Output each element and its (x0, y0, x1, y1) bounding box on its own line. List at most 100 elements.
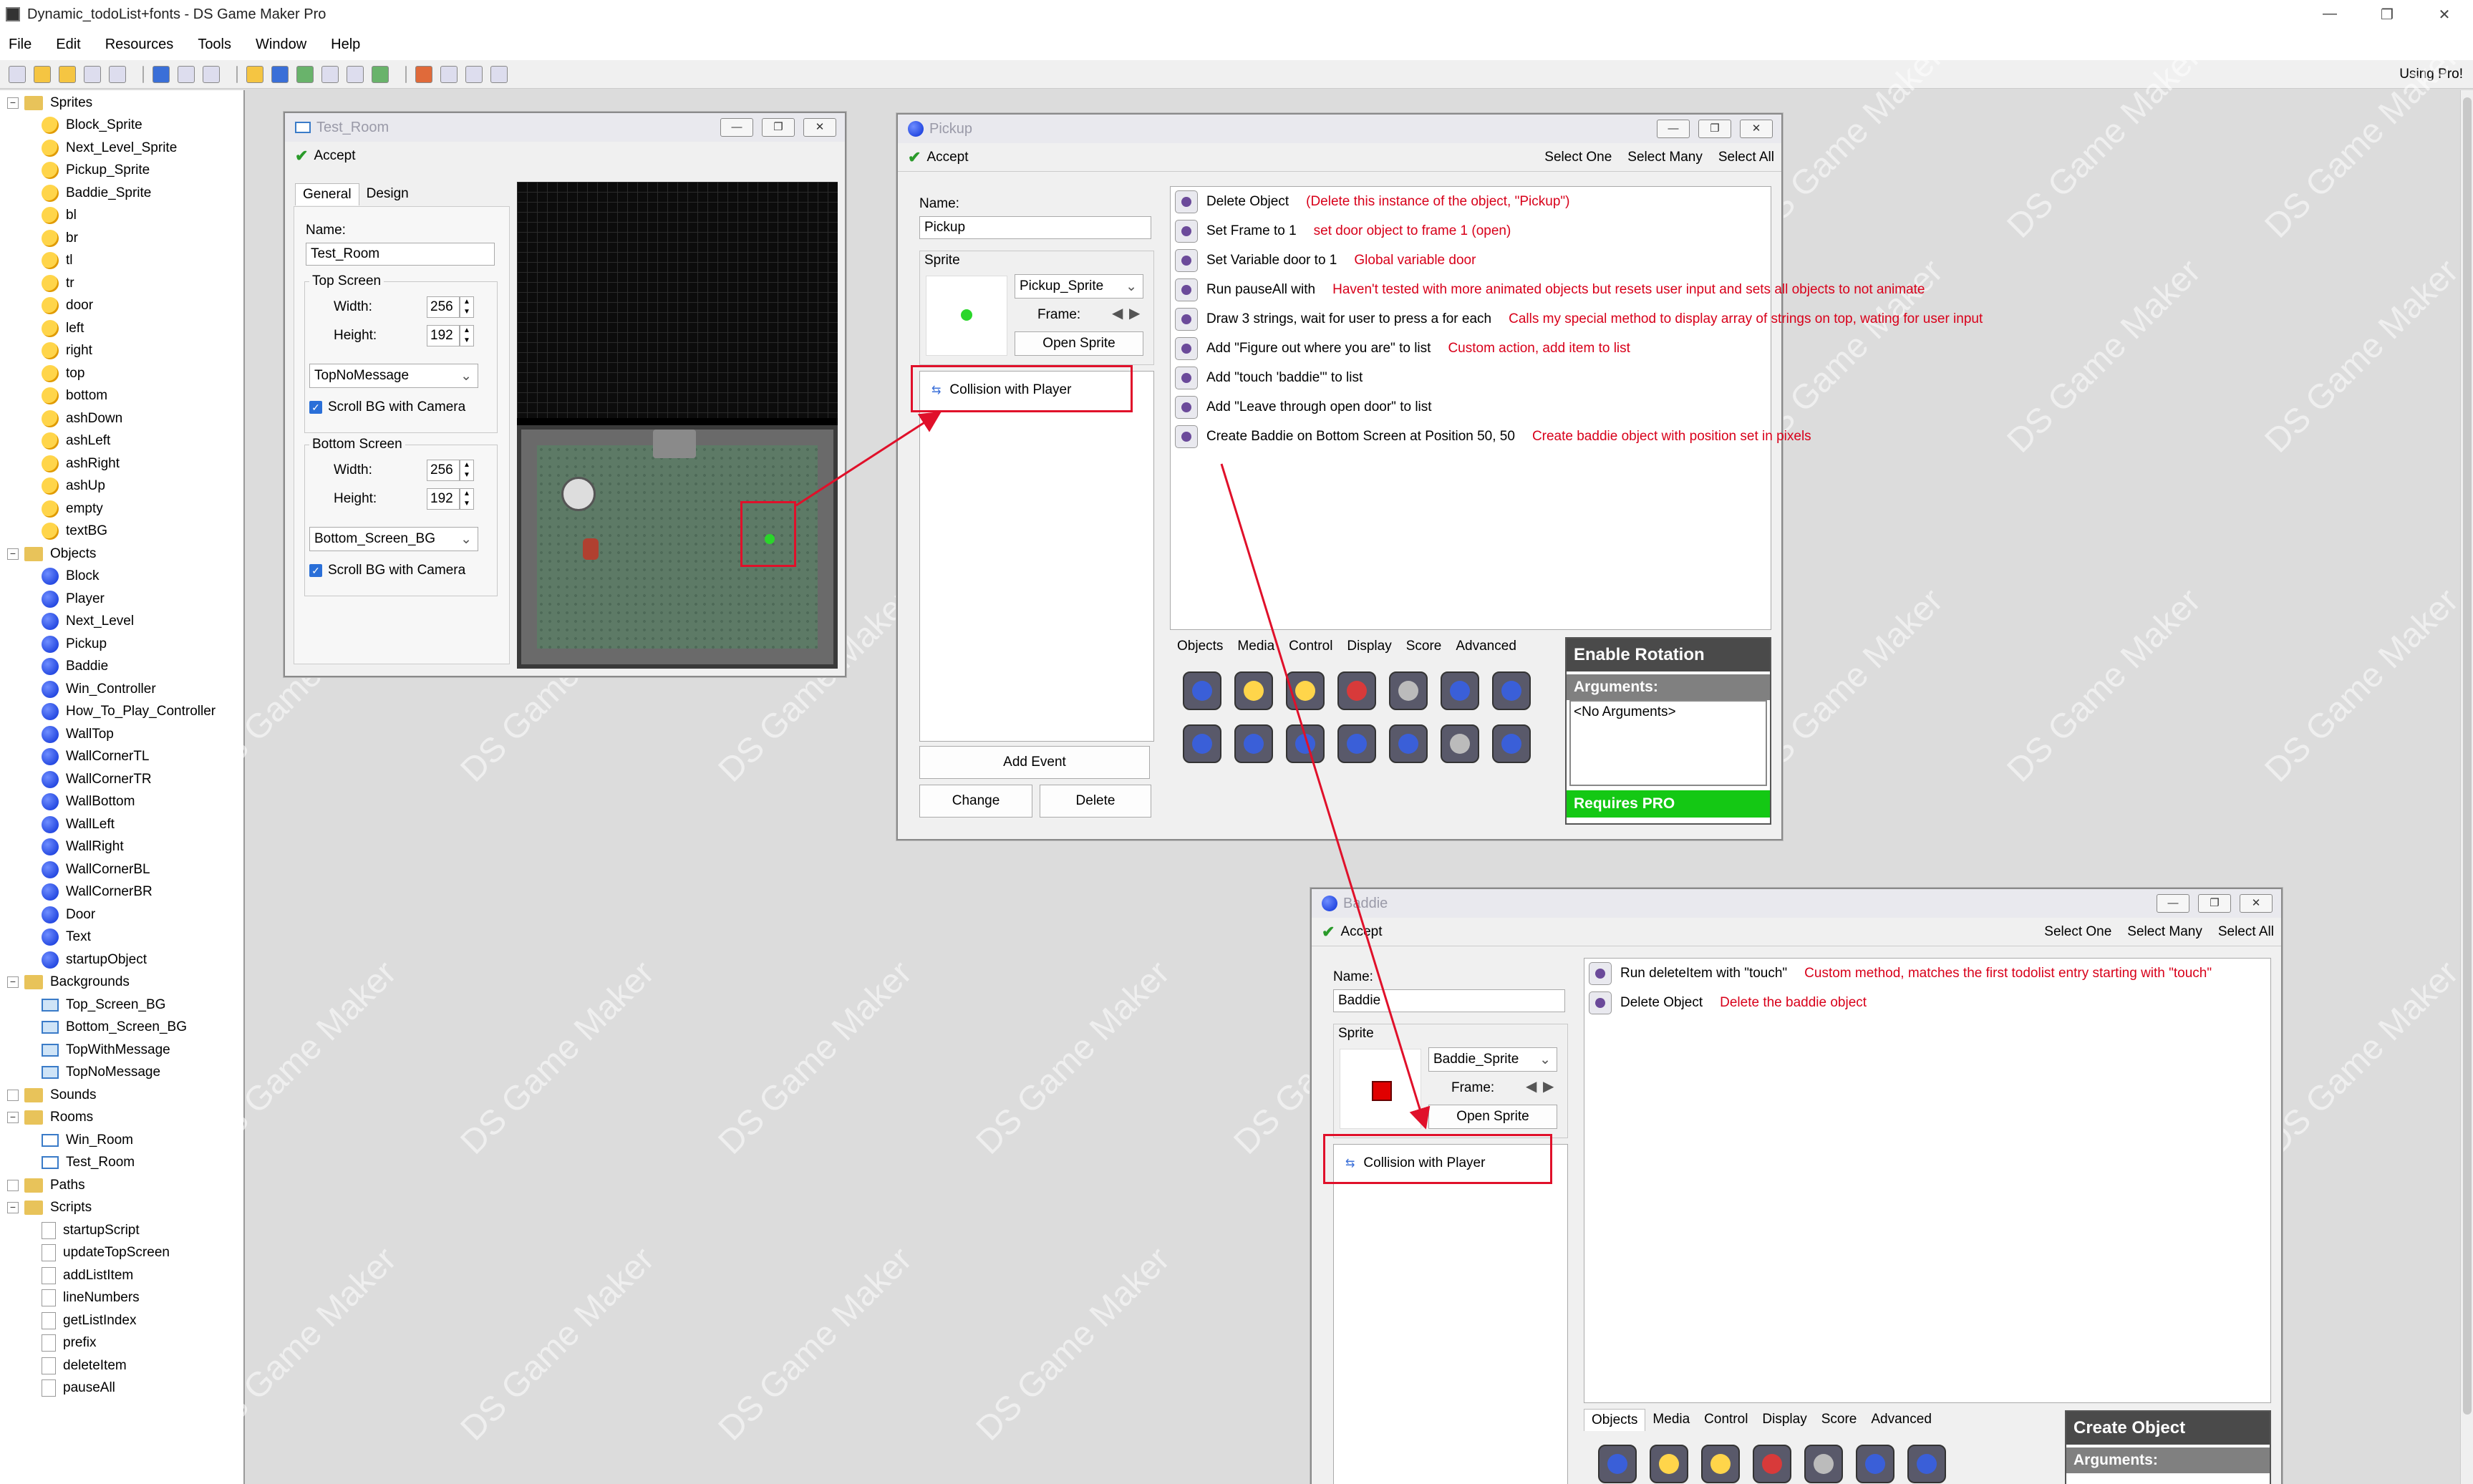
top-width-value[interactable]: 256 (427, 296, 460, 318)
tree-item[interactable]: startupScript (0, 1219, 243, 1242)
tab-objects[interactable]: Objects (1170, 636, 1230, 657)
pickup-window-titlebar[interactable]: Pickup — ❐ ✕ (898, 115, 1781, 143)
bottom-width-spinner[interactable]: 256 ▲ ▼ (427, 460, 474, 481)
minimize-button[interactable]: — (1657, 120, 1690, 138)
global-variables-icon[interactable] (440, 65, 458, 83)
room-canvas[interactable] (517, 182, 838, 669)
stop-action-icon[interactable] (1492, 724, 1531, 763)
spinner-arrows-icon[interactable]: ▲ ▼ (460, 296, 474, 318)
change-sprite-action-icon[interactable] (1234, 671, 1273, 710)
sprite-select[interactable]: Pickup_Sprite (1015, 274, 1143, 299)
tree-item[interactable]: WallBottom (0, 791, 243, 814)
tree-item[interactable]: WallCornerTR (0, 768, 243, 791)
add-room-icon[interactable] (347, 65, 364, 83)
screen-action-icon[interactable] (1286, 724, 1325, 763)
speed-action-icon[interactable] (1337, 724, 1376, 763)
add-object-icon[interactable] (271, 65, 289, 83)
help-icon[interactable] (490, 65, 508, 83)
tree-item[interactable]: Sounds (0, 1084, 243, 1107)
top-height-spinner[interactable]: 192 ▲ ▼ (427, 325, 474, 346)
checkbox-checked-icon[interactable]: ✓ (309, 564, 322, 577)
resources-icon[interactable] (465, 65, 483, 83)
open-sprite-button[interactable]: Open Sprite (1015, 331, 1143, 356)
minimize-button[interactable]: — (2301, 6, 2358, 24)
tree-item[interactable]: WallRight (0, 836, 243, 859)
set-position-action-icon[interactable] (1441, 671, 1479, 710)
tree-item[interactable]: top (0, 362, 243, 385)
menu-file[interactable]: File (9, 37, 32, 53)
menu-window[interactable]: Window (256, 37, 306, 53)
tree-item[interactable]: deleteItem (0, 1354, 243, 1377)
tree-item[interactable]: Test_Room (0, 1152, 243, 1175)
tree-item[interactable]: − Sprites (0, 92, 243, 115)
tree-item[interactable]: door (0, 295, 243, 318)
add-sound-icon[interactable] (321, 65, 339, 83)
action-item[interactable]: Create Baddie on Bottom Screen at Positi… (1171, 422, 1811, 451)
action-item[interactable]: Delete Object (Delete this instance of th… (1171, 187, 1771, 216)
accept-button[interactable]: Accept (1340, 924, 1382, 940)
scrollbar-thumb[interactable] (2463, 97, 2472, 1415)
add-path-icon[interactable] (372, 65, 389, 83)
expand-toggle-icon[interactable]: − (7, 1202, 19, 1214)
top-height-value[interactable]: 192 (427, 325, 460, 346)
bottom-scroll-checkbox[interactable]: ✓ Scroll BG with Camera (309, 563, 465, 578)
tree-item[interactable]: TopNoMessage (0, 1062, 243, 1085)
tree-item[interactable]: TopWithMessage (0, 1039, 243, 1062)
set-frame-action-icon[interactable] (1701, 1445, 1740, 1483)
tree-item[interactable]: Win_Controller (0, 678, 243, 701)
expand-toggle-icon[interactable] (7, 1179, 19, 1191)
tree-item[interactable]: WallCornerBR (0, 881, 243, 904)
tab-advanced[interactable]: Advanced (1448, 636, 1524, 657)
tree-item[interactable]: − Rooms (0, 1107, 243, 1130)
action-item[interactable]: Run deleteItem with "touch" Custom method… (1584, 959, 2270, 988)
tree-item[interactable]: lineNumbers (0, 1287, 243, 1310)
tree-item[interactable]: Player (0, 588, 243, 611)
expand-toggle-icon[interactable]: − (7, 97, 19, 109)
direction-action-icon[interactable] (1389, 724, 1428, 763)
add-event-button[interactable]: Add Event (919, 746, 1150, 779)
add-sprite-icon[interactable] (246, 65, 263, 83)
tree-item[interactable]: WallCornerTL (0, 746, 243, 769)
tab-general[interactable]: General (295, 183, 359, 205)
tree-item[interactable]: addListItem (0, 1264, 243, 1287)
tab-display[interactable]: Display (1755, 1409, 1814, 1431)
spinner-arrows-icon[interactable]: ▲ ▼ (460, 488, 474, 510)
tree-item[interactable]: bl (0, 205, 243, 228)
close-button[interactable]: ✕ (1740, 120, 1773, 138)
tree-item[interactable]: left (0, 317, 243, 340)
tree-item[interactable]: − Backgrounds (0, 971, 243, 994)
tree-item[interactable]: updateTopScreen (0, 1242, 243, 1265)
tree-item[interactable]: bottom (0, 385, 243, 408)
tree-item[interactable]: textBG (0, 520, 243, 543)
menu-help[interactable]: Help (331, 37, 360, 53)
tree-item[interactable]: ashLeft (0, 430, 243, 453)
action-item[interactable]: Add "touch 'baddie'" to list (1171, 363, 1771, 392)
save-icon[interactable] (84, 65, 101, 83)
tree-item[interactable]: tr (0, 272, 243, 295)
tree-item[interactable]: empty (0, 498, 243, 520)
player-sprite[interactable] (583, 538, 599, 560)
bottom-width-value[interactable]: 256 (427, 460, 460, 481)
checkbox-checked-icon[interactable]: ✓ (309, 401, 322, 414)
tree-item[interactable]: ashUp (0, 475, 243, 498)
select-one-button[interactable]: Select One (1544, 150, 1612, 165)
tree-item[interactable]: Baddie_Sprite (0, 182, 243, 205)
tree-item[interactable]: prefix (0, 1332, 243, 1355)
tree-item[interactable]: Top_Screen_BG (0, 994, 243, 1017)
top-bg-select[interactable]: TopNoMessage (309, 364, 478, 388)
tree-item[interactable]: Text (0, 926, 243, 949)
new-project-icon[interactable] (9, 65, 26, 83)
menu-edit[interactable]: Edit (56, 37, 80, 53)
select-all-button[interactable]: Select All (2218, 924, 2274, 940)
accept-button[interactable]: Accept (314, 148, 355, 164)
open-folder-icon[interactable] (34, 65, 51, 83)
object-name-field[interactable]: Pickup (919, 216, 1151, 239)
tree-item[interactable]: Baddie (0, 656, 243, 679)
close-button[interactable]: ✕ (2416, 6, 2473, 24)
accept-button[interactable]: Accept (926, 150, 968, 165)
settings-wrench-icon[interactable] (203, 65, 220, 83)
tree-item[interactable]: Next_Level_Sprite (0, 137, 243, 160)
delete-button[interactable]: Delete (1040, 785, 1151, 818)
frame-next-icon[interactable]: ▶ (1543, 1077, 1554, 1095)
baddie-window-titlebar[interactable]: Baddie — ❐ ✕ (1312, 889, 2281, 918)
